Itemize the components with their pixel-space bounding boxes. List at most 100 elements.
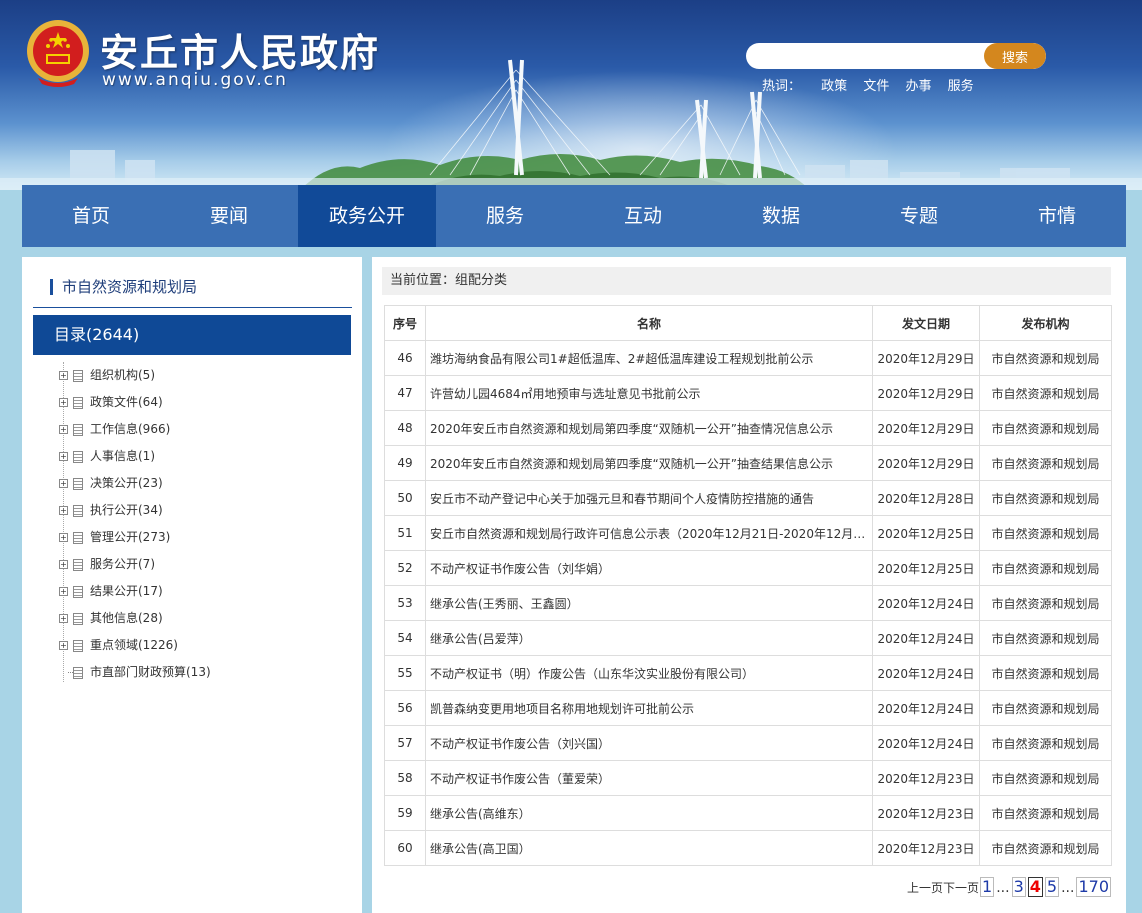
table-row[interactable]: 60 继承公告(高卫国） 2020年12月23日 市自然资源和规划局	[384, 830, 1112, 866]
tree-item-label: 决策公开(23)	[90, 476, 163, 490]
page-number-link[interactable]: 170	[1076, 877, 1111, 897]
tree-item[interactable]: + 工作信息(966)	[58, 416, 211, 443]
row-org: 市自然资源和规划局	[979, 410, 1112, 446]
table-row[interactable]: 48 2020年安丘市自然资源和规划局第四季度“双随机一公开”抽查情况信息公示 20…	[384, 410, 1112, 446]
tree-item[interactable]: 市直部门财政预算(13)	[58, 659, 211, 686]
tree-item[interactable]: + 重点领域(1226)	[58, 632, 211, 659]
tree-item[interactable]: + 管理公开(273)	[58, 524, 211, 551]
document-icon	[73, 370, 83, 382]
nav-item-city-info[interactable]: 市情	[988, 185, 1126, 247]
page-number-link[interactable]: 1	[980, 877, 995, 897]
document-icon	[73, 640, 83, 652]
expand-icon[interactable]: +	[59, 452, 68, 461]
table-row[interactable]: 54 继承公告(吕爱萍） 2020年12月24日 市自然资源和规划局	[384, 620, 1112, 656]
tree-item-label: 其他信息(28)	[90, 611, 163, 625]
table-row[interactable]: 53 继承公告(王秀丽、王鑫圆） 2020年12月24日 市自然资源和规划局	[384, 585, 1112, 621]
row-org: 市自然资源和规划局	[979, 690, 1112, 726]
row-title-link[interactable]: 不动产权证书作废公告（刘兴国）	[425, 725, 873, 761]
table-row[interactable]: 56 凯普森纳变更用地项目名称用地规划许可批前公示 2020年12月24日 市自然资源…	[384, 690, 1112, 726]
tree-item[interactable]: + 组织机构(5)	[58, 362, 211, 389]
expand-icon[interactable]: +	[59, 614, 68, 623]
next-page-link[interactable]: 下一页	[943, 879, 979, 896]
hotword-link[interactable]: 文件	[863, 79, 889, 94]
row-date: 2020年12月24日	[872, 655, 980, 691]
nav-item-services[interactable]: 服务	[436, 185, 574, 247]
column-header-org: 发布机构	[979, 305, 1112, 341]
row-title-link[interactable]: 不动产权证书（明）作废公告（山东华汶实业股份有限公司）	[425, 655, 873, 691]
row-title-link[interactable]: 许营幼儿园4684㎡用地预审与选址意见书批前公示	[425, 375, 873, 411]
row-org: 市自然资源和规划局	[979, 375, 1112, 411]
table-row[interactable]: 51 安丘市自然资源和规划局行政许可信息公示表（2020年12月21日-2020年…	[384, 515, 1112, 551]
table-row[interactable]: 49 2020年安丘市自然资源和规划局第四季度“双随机一公开”抽查结果信息公示 20…	[384, 445, 1112, 481]
expand-icon[interactable]: +	[59, 425, 68, 434]
row-title-link[interactable]: 潍坊海纳食品有限公司1#超低温库、2#超低温库建设工程规划批前公示	[425, 340, 873, 376]
catalog-header[interactable]: 目录(2644)	[33, 315, 351, 355]
current-page[interactable]: 4	[1027, 877, 1043, 897]
tree-item[interactable]: + 执行公开(34)	[58, 497, 211, 524]
hotword-link[interactable]: 办事	[905, 79, 931, 94]
nav-item-topics[interactable]: 专题	[850, 185, 988, 247]
expand-icon[interactable]: +	[59, 506, 68, 515]
nav-item-home[interactable]: 首页	[22, 185, 160, 247]
row-date: 2020年12月25日	[872, 550, 980, 586]
row-title-link[interactable]: 继承公告(高卫国）	[425, 830, 873, 866]
expand-icon[interactable]: +	[59, 533, 68, 542]
tree-item-label: 结果公开(17)	[90, 584, 163, 598]
row-date: 2020年12月28日	[872, 480, 980, 516]
expand-icon[interactable]: +	[59, 479, 68, 488]
row-title-link[interactable]: 安丘市不动产登记中心关于加强元旦和春节期间个人疫情防控措施的通告	[425, 480, 873, 516]
row-title-link[interactable]: 2020年安丘市自然资源和规划局第四季度“双随机一公开”抽查结果信息公示	[425, 445, 873, 481]
expand-icon[interactable]: +	[59, 560, 68, 569]
hotwords-bar: 热词： 政策 文件 办事 服务	[762, 75, 986, 94]
row-title-link[interactable]: 不动产权证书作废公告（刘华娟）	[425, 550, 873, 586]
row-title-link[interactable]: 不动产权证书作废公告（董爱荣）	[425, 760, 873, 796]
row-title-link[interactable]: 凯普森纳变更用地项目名称用地规划许可批前公示	[425, 690, 873, 726]
row-number: 49	[384, 445, 426, 481]
nav-item-interaction[interactable]: 互动	[574, 185, 712, 247]
row-title-link[interactable]: 2020年安丘市自然资源和规划局第四季度“双随机一公开”抽查情况信息公示	[425, 410, 873, 446]
table-row[interactable]: 47 许营幼儿园4684㎡用地预审与选址意见书批前公示 2020年12月29日 市自然…	[384, 375, 1112, 411]
expand-icon[interactable]: +	[59, 371, 68, 380]
prev-page-link[interactable]: 上一页	[907, 879, 943, 896]
page-ellipsis: ...	[1061, 880, 1075, 896]
page-number-link[interactable]: 5	[1044, 877, 1060, 897]
tree-item[interactable]: + 结果公开(17)	[58, 578, 211, 605]
page-number-link[interactable]: 3	[1011, 877, 1026, 897]
table-row[interactable]: 55 不动产权证书（明）作废公告（山东华汶实业股份有限公司） 2020年12月24日…	[384, 655, 1112, 691]
hotword-link[interactable]: 政策	[821, 79, 847, 94]
nav-item-gov-affairs[interactable]: 政务公开	[298, 185, 436, 247]
row-number: 56	[384, 690, 426, 726]
document-icon	[73, 613, 83, 625]
row-org: 市自然资源和规划局	[979, 795, 1112, 831]
site-url: www.anqiu.gov.cn	[102, 70, 288, 90]
tree-item[interactable]: + 其他信息(28)	[58, 605, 211, 632]
tree-item-label: 人事信息(1)	[90, 449, 155, 463]
tree-item[interactable]: + 政策文件(64)	[58, 389, 211, 416]
search-button[interactable]: 搜索	[984, 43, 1046, 69]
expand-icon[interactable]: +	[59, 587, 68, 596]
nav-item-data[interactable]: 数据	[712, 185, 850, 247]
tree-item[interactable]: + 人事信息(1)	[58, 443, 211, 470]
page-ellipsis: ...	[996, 880, 1010, 896]
row-org: 市自然资源和规划局	[979, 620, 1112, 656]
row-title-link[interactable]: 安丘市自然资源和规划局行政许可信息公示表（2020年12月21日-2020年12…	[425, 515, 873, 551]
tree-item[interactable]: + 服务公开(7)	[58, 551, 211, 578]
row-title-link[interactable]: 继承公告(高维东）	[425, 795, 873, 831]
expand-icon[interactable]: +	[59, 398, 68, 407]
table-row[interactable]: 59 继承公告(高维东） 2020年12月23日 市自然资源和规划局	[384, 795, 1112, 831]
hotword-link[interactable]: 服务	[948, 79, 974, 94]
expand-icon[interactable]: +	[59, 641, 68, 650]
nav-item-news[interactable]: 要闻	[160, 185, 298, 247]
table-row[interactable]: 58 不动产权证书作废公告（董爱荣） 2020年12月23日 市自然资源和规划局	[384, 760, 1112, 796]
row-title-link[interactable]: 继承公告(王秀丽、王鑫圆）	[425, 585, 873, 621]
row-number: 59	[384, 795, 426, 831]
table-row[interactable]: 52 不动产权证书作废公告（刘华娟） 2020年12月25日 市自然资源和规划局	[384, 550, 1112, 586]
table-row[interactable]: 50 安丘市不动产登记中心关于加强元旦和春节期间个人疫情防控措施的通告 2020年1…	[384, 480, 1112, 516]
tree-item[interactable]: + 决策公开(23)	[58, 470, 211, 497]
row-date: 2020年12月24日	[872, 725, 980, 761]
search-input[interactable]	[756, 46, 980, 68]
column-header-date: 发文日期	[872, 305, 980, 341]
table-row[interactable]: 57 不动产权证书作废公告（刘兴国） 2020年12月24日 市自然资源和规划局	[384, 725, 1112, 761]
table-row[interactable]: 46 潍坊海纳食品有限公司1#超低温库、2#超低温库建设工程规划批前公示 2020年…	[384, 340, 1112, 376]
row-title-link[interactable]: 继承公告(吕爱萍）	[425, 620, 873, 656]
